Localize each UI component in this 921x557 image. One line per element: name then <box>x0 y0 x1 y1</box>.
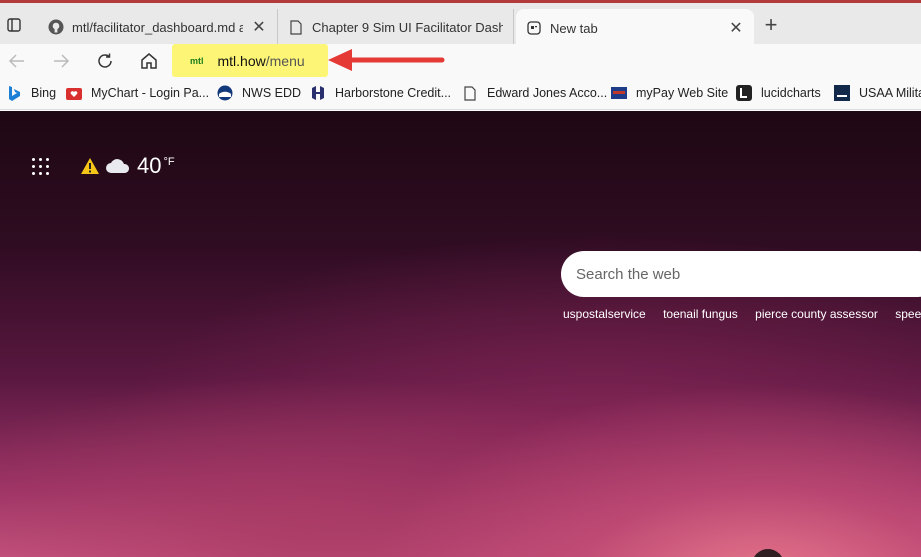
tab-new-tab[interactable]: New tab ✕ <box>516 9 754 47</box>
harborstone-icon <box>310 85 326 101</box>
favorite-label: Bing <box>31 86 57 100</box>
home-icon <box>141 53 157 69</box>
tab-title: Chapter 9 Sim UI Facilitator Dash <box>312 19 503 35</box>
favorite-label: USAA Milita <box>859 86 921 100</box>
tab-strip: mtl/facilitator_dashboard.md at g ✕ Chap… <box>0 0 921 47</box>
newtab-icon <box>526 20 542 36</box>
plus-icon: + <box>764 12 778 37</box>
tab-title: New tab <box>550 20 598 36</box>
scroll-indicator[interactable] <box>752 549 784 557</box>
red-arrow-annotation <box>328 49 445 71</box>
weather-widget[interactable]: 40 °F <box>80 153 175 179</box>
refresh-button[interactable] <box>92 49 118 73</box>
noaa-icon <box>217 85 233 101</box>
bing-icon <box>6 85 22 101</box>
mtl-favicon-icon: mtl <box>190 55 204 66</box>
temperature-unit: °F <box>163 156 175 168</box>
new-tab-button[interactable]: + <box>760 12 782 37</box>
trending-item[interactable]: speedte <box>895 307 921 321</box>
page-icon <box>462 85 478 101</box>
favorite-label: lucidcharts <box>761 86 821 100</box>
favorite-label: Edward Jones Acco... <box>487 86 608 100</box>
favorite-label: NWS EDD <box>242 86 302 100</box>
github-icon <box>48 19 64 35</box>
lucid-icon <box>736 85 752 101</box>
favorite-harborstone[interactable]: Harborstone Credit... <box>310 85 451 101</box>
trending-item[interactable]: uspostalservice <box>563 307 646 321</box>
new-tab-page: 40 °F uspostalservice toenail fungus pie… <box>0 111 921 557</box>
back-arrow-icon <box>8 54 24 68</box>
refresh-icon <box>98 53 112 68</box>
favorite-label: MyChart - Login Pa... <box>91 86 210 100</box>
home-button[interactable] <box>136 49 162 73</box>
favorites-bar: Bing MyChart - Login Pa... NWS EDD Harbo… <box>0 78 921 110</box>
trending-item[interactable]: toenail fungus <box>663 307 738 321</box>
address-host: mtl.how <box>217 52 266 69</box>
favorite-bing[interactable]: Bing <box>6 85 56 101</box>
cloud-icon <box>106 159 130 173</box>
web-search-box[interactable] <box>561 251 921 297</box>
forward-button[interactable] <box>48 49 74 73</box>
mychart-icon <box>66 85 82 101</box>
toolbar: mtl mtl.how/menu <box>0 44 921 78</box>
favorite-mypay[interactable]: myPay Web Site <box>611 85 728 101</box>
favorite-nws-edd[interactable]: NWS EDD <box>217 85 301 101</box>
favorite-label: Harborstone Credit... <box>335 86 452 100</box>
close-icon[interactable]: ✕ <box>728 18 744 38</box>
close-icon[interactable]: ✕ <box>251 17 267 37</box>
tab-github[interactable]: mtl/facilitator_dashboard.md at g ✕ <box>38 9 278 45</box>
apps-launcher-icon[interactable] <box>32 158 50 176</box>
temperature: 40 <box>137 153 162 178</box>
usaa-icon <box>834 85 850 101</box>
mypay-icon <box>611 85 627 101</box>
trending-item[interactable]: pierce county assessor <box>755 307 878 321</box>
warning-icon <box>81 158 99 174</box>
favorite-lucidcharts[interactable]: lucidcharts <box>736 85 821 101</box>
favorite-label: myPay Web Site <box>636 86 729 100</box>
favorite-usaa[interactable]: USAA Milita <box>834 85 921 101</box>
trending-searches: uspostalservice toenail fungus pierce co… <box>563 307 921 321</box>
favorite-edward-jones[interactable]: Edward Jones Acco... <box>462 85 607 101</box>
forward-arrow-icon <box>54 54 70 68</box>
tab-title: mtl/facilitator_dashboard.md at g <box>72 19 243 35</box>
back-button[interactable] <box>4 49 30 73</box>
address-path: /menu <box>265 52 305 69</box>
page-icon <box>288 19 304 35</box>
tab-chapter9[interactable]: Chapter 9 Sim UI Facilitator Dash <box>278 9 514 45</box>
search-input[interactable] <box>576 265 906 283</box>
tab-actions-button[interactable] <box>0 6 28 44</box>
favorite-mychart[interactable]: MyChart - Login Pa... <box>66 85 209 101</box>
address-bar[interactable]: mtl mtl.how/menu <box>172 44 328 77</box>
tab-actions-icon <box>7 18 21 32</box>
